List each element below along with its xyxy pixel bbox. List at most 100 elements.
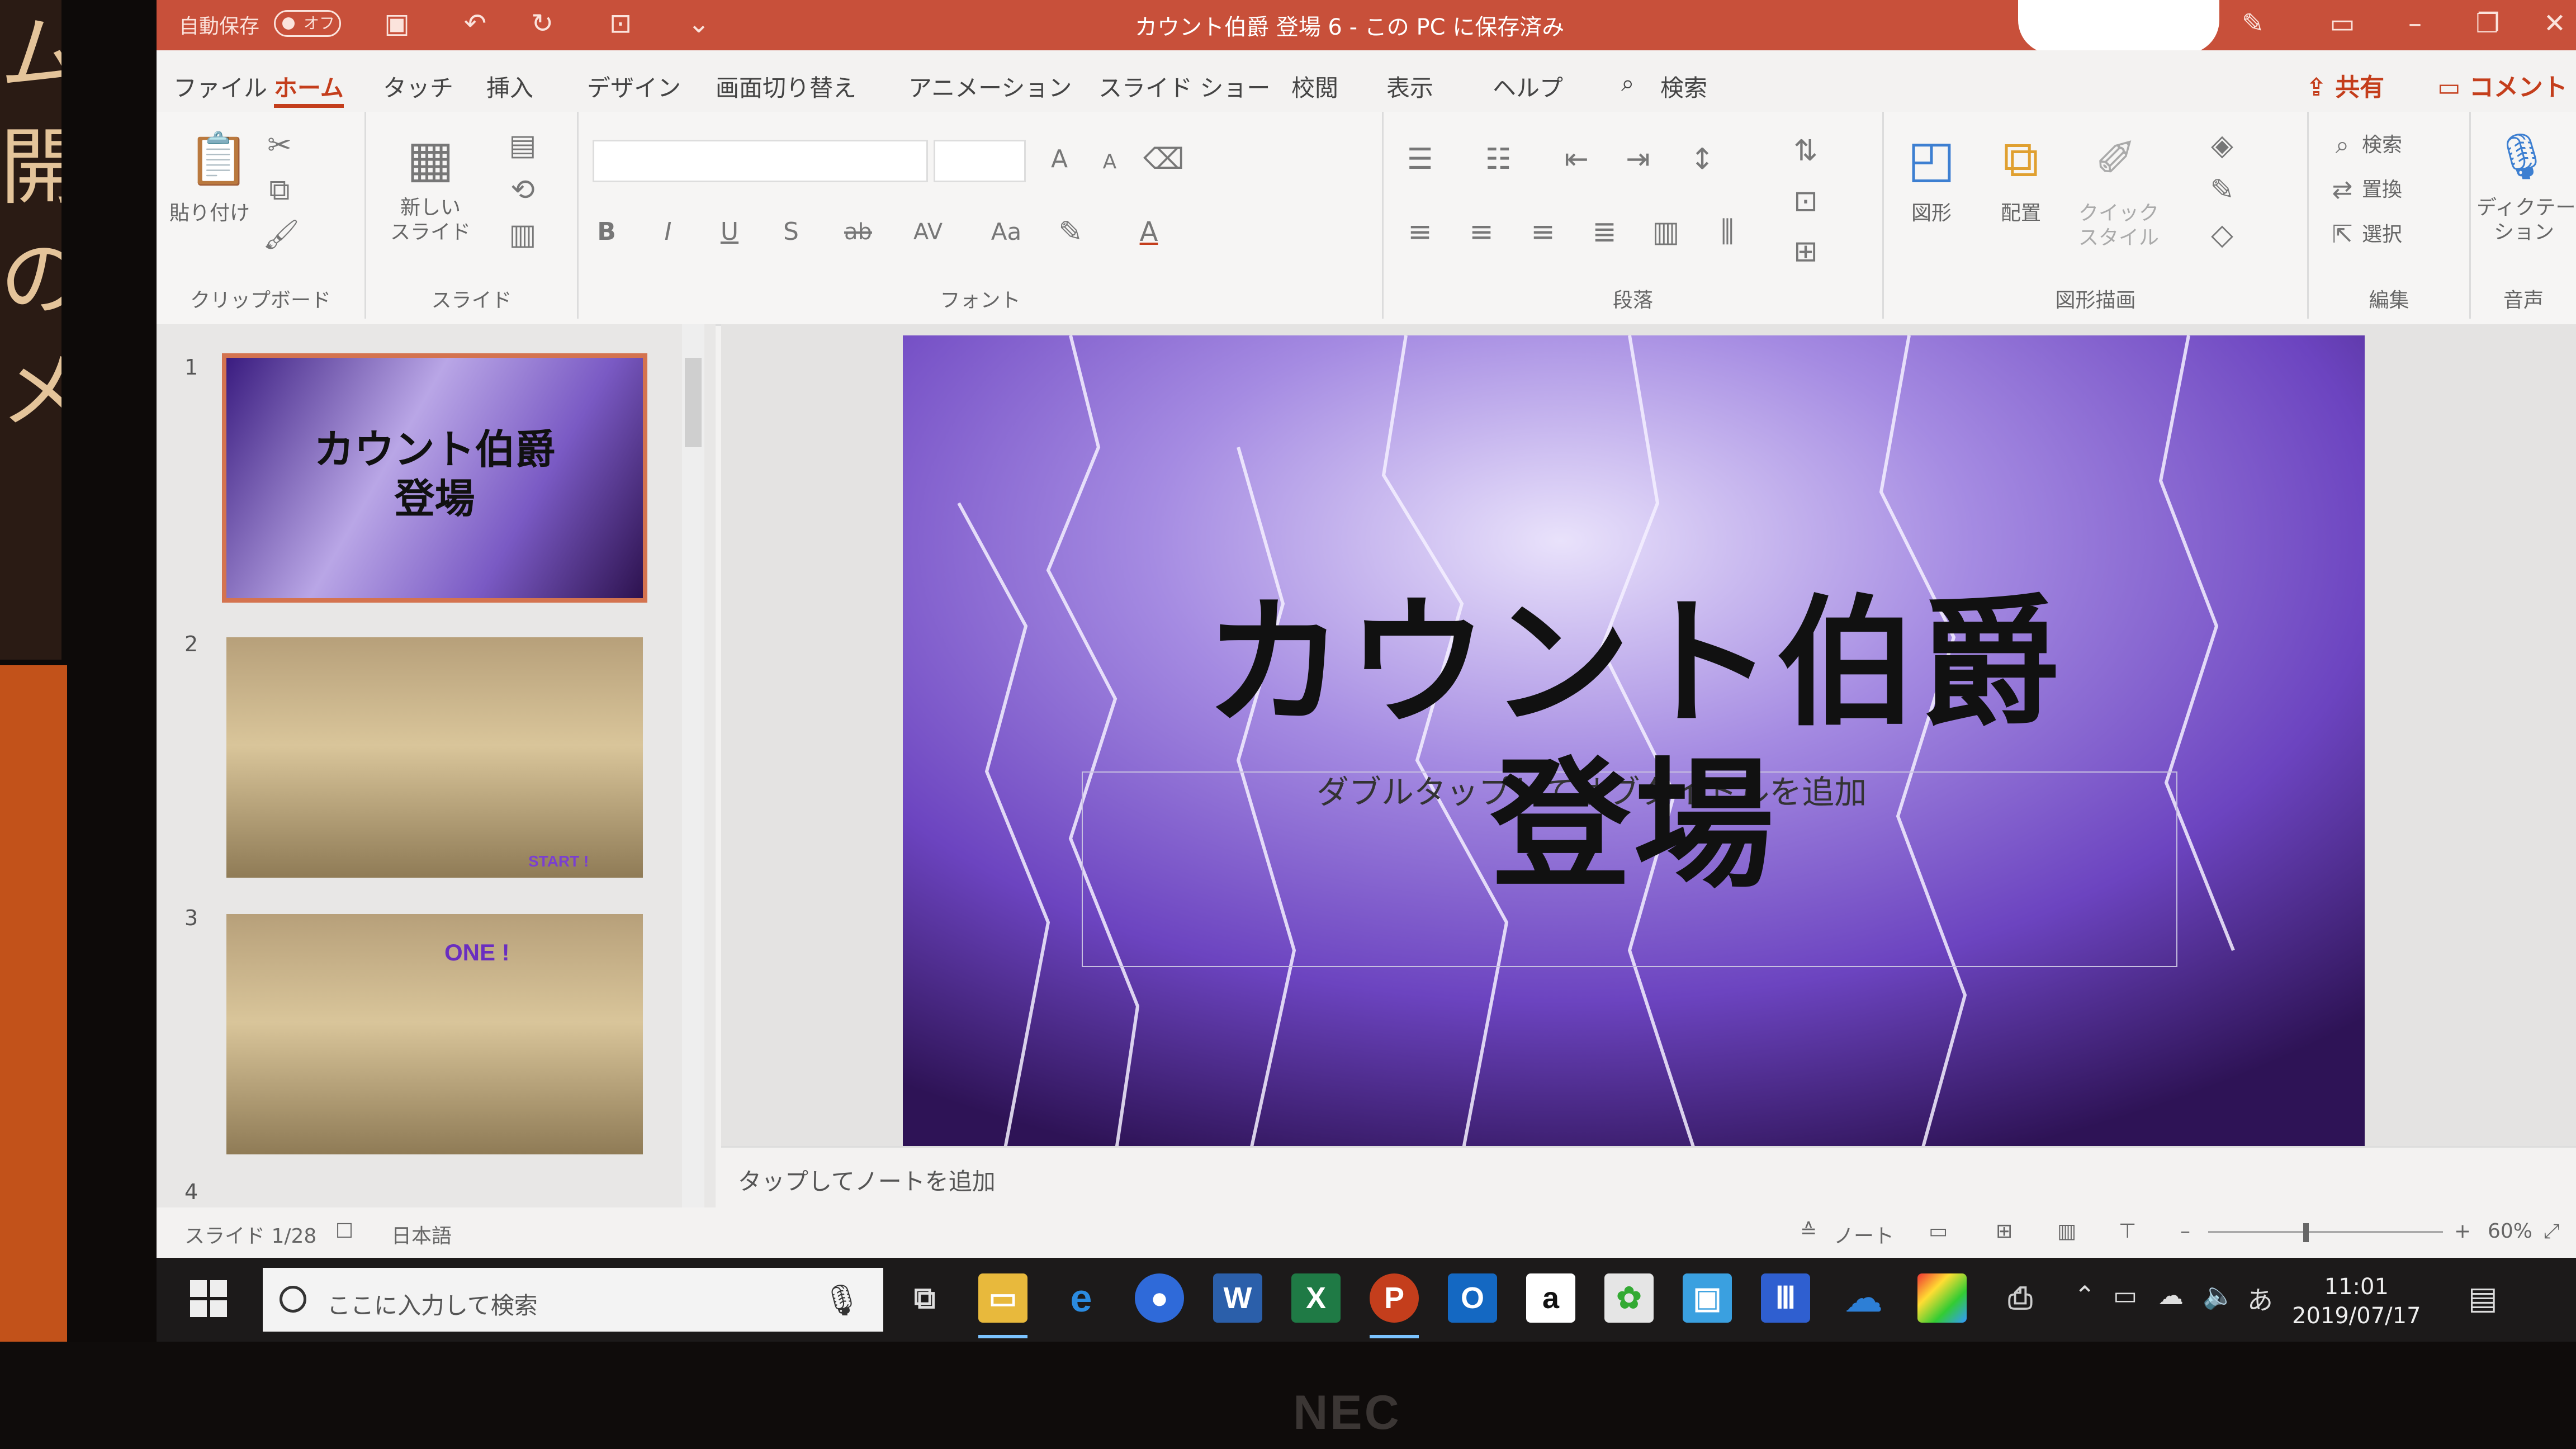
word-icon[interactable]: W — [1213, 1273, 1262, 1323]
tab-view[interactable]: 表示 — [1386, 69, 1433, 103]
bold-button[interactable]: B — [590, 215, 623, 249]
layout-icon[interactable]: ▤ — [506, 129, 539, 162]
maximize-icon[interactable]: ❐ — [2471, 7, 2504, 40]
zoom-slider[interactable] — [2208, 1231, 2443, 1233]
thumbnail-scrollbar[interactable] — [682, 324, 704, 1208]
change-case-button[interactable]: Aa — [981, 215, 1031, 249]
share-button[interactable]: ⇪ 共有 — [2306, 67, 2384, 103]
tab-design[interactable]: デザイン — [587, 69, 681, 103]
zoom-out-icon[interactable]: – — [2180, 1220, 2190, 1243]
numbering-icon[interactable]: ☷ — [1479, 143, 1518, 176]
align-right-icon[interactable]: ≡ — [1523, 215, 1562, 249]
font-color-button[interactable]: A — [1132, 215, 1166, 249]
ribbon-display-icon[interactable]: ▭ — [2326, 7, 2359, 40]
format-painter-icon[interactable]: 🖌 — [263, 218, 300, 252]
tab-review[interactable]: 校閲 — [1291, 69, 1338, 103]
strikethrough-button[interactable]: ab — [836, 215, 880, 249]
notes-pane[interactable] — [721, 1146, 2576, 1209]
file-explorer-icon[interactable]: ▭ — [978, 1273, 1027, 1323]
clear-format-icon[interactable]: ⌫ — [1143, 143, 1185, 176]
fit-slide-icon[interactable]: ⤢ — [2544, 1220, 2560, 1243]
close-icon[interactable]: ✕ — [2538, 7, 2572, 40]
windows-start-icon[interactable] — [190, 1280, 229, 1319]
char-spacing-button[interactable]: AV — [903, 215, 953, 249]
tab-file[interactable]: ファイル — [173, 69, 267, 103]
search-icon[interactable]: ⌕ — [1621, 69, 1635, 97]
reset-icon[interactable]: ⟲ — [506, 173, 539, 207]
columns-icon[interactable]: ⫼ — [1708, 215, 1747, 249]
microphone-icon[interactable]: 🎙 — [822, 1282, 861, 1318]
slide-thumbnail-2[interactable]: START ! — [226, 637, 643, 878]
text-direction-icon[interactable]: ⇅ — [1786, 134, 1825, 168]
color-app-icon[interactable] — [1917, 1273, 1967, 1323]
thumbnail-scroll-thumb[interactable] — [685, 358, 702, 447]
shrink-font-button[interactable]: A — [1093, 145, 1126, 179]
onedrive-icon[interactable]: ☁ — [1839, 1273, 1888, 1323]
slideshow-icon[interactable]: ⊤ — [2119, 1220, 2136, 1243]
amazon-icon[interactable]: a — [1526, 1273, 1575, 1323]
minimize-icon[interactable]: – — [2398, 7, 2432, 40]
network-icon[interactable]: ☁ — [2158, 1280, 2184, 1310]
app-icon[interactable]: Ⅲ — [1761, 1273, 1810, 1323]
cut-icon[interactable]: ✂ — [263, 129, 296, 162]
outlook-icon[interactable]: O — [1448, 1273, 1497, 1323]
align-center-icon[interactable]: ≡ — [1462, 215, 1501, 249]
increase-indent-icon[interactable]: ⇥ — [1618, 143, 1658, 176]
notes-toggle-icon[interactable]: ≙ — [1800, 1220, 1817, 1243]
current-slide[interactable]: ダブルタップしてサブタイトルを追加 カウント伯爵 登場 — [903, 335, 2365, 1157]
bullets-icon[interactable]: ☰ — [1400, 143, 1439, 176]
tab-touch[interactable]: タッチ — [383, 69, 453, 103]
grow-font-button[interactable]: A — [1043, 143, 1076, 176]
font-name-combo[interactable] — [593, 140, 928, 182]
redo-icon[interactable]: ↻ — [525, 7, 559, 40]
find-icon[interactable]: ⌕ — [2326, 129, 2359, 162]
slide-thumbnail-3[interactable]: ONE ! — [226, 914, 643, 1154]
autosave-toggle[interactable]: オフ — [274, 10, 341, 37]
smartart-icon[interactable]: ⊞ — [1786, 235, 1825, 268]
excel-icon[interactable]: X — [1291, 1273, 1341, 1323]
slide-thumbnail-1[interactable]: カウント伯爵 登場 — [222, 353, 647, 603]
shadow-button[interactable]: S — [774, 215, 808, 249]
edge-icon[interactable]: e — [1057, 1273, 1106, 1323]
arrange-icon[interactable]: ⧉ — [1990, 129, 2052, 190]
quick-style-icon[interactable]: ✐ — [2085, 129, 2147, 190]
language-indicator[interactable]: 日本語 — [391, 1220, 452, 1249]
microphone-icon[interactable]: 🎙 — [2493, 129, 2550, 184]
distribute-icon[interactable]: ▥ — [1646, 215, 1685, 249]
align-left-icon[interactable]: ≡ — [1400, 215, 1439, 249]
shape-outline-icon[interactable]: ✎ — [2203, 173, 2242, 207]
pen-icon[interactable]: ✎ — [2236, 7, 2270, 40]
notes-placeholder[interactable]: タップしてノートを追加 — [738, 1163, 996, 1197]
italic-button[interactable]: I — [651, 215, 685, 249]
reading-view-icon[interactable]: ▥ — [2057, 1220, 2076, 1243]
tab-help[interactable]: ヘルプ — [1493, 69, 1563, 103]
battery-icon[interactable]: ▭ — [2113, 1280, 2137, 1310]
tab-slideshow[interactable]: スライド ショー — [1098, 69, 1270, 103]
zoom-level[interactable]: 60% — [2488, 1220, 2532, 1243]
notification-center-icon[interactable]: ▤ — [2468, 1280, 2507, 1319]
task-view-icon[interactable]: ⧉ — [900, 1273, 949, 1323]
new-slide-icon[interactable]: ▦ — [400, 129, 461, 190]
shape-effects-icon[interactable]: ◇ — [2203, 218, 2242, 252]
spelling-icon[interactable]: ☐ — [335, 1220, 353, 1243]
select-icon[interactable]: ⇱ — [2326, 218, 2359, 252]
tell-me-search[interactable]: 検索 — [1660, 69, 1707, 103]
customize-toolbar-icon[interactable]: ⌄ — [682, 7, 716, 40]
line-spacing-icon[interactable]: ↕ — [1683, 143, 1722, 176]
copy-icon[interactable]: ⧉ — [263, 173, 296, 207]
comment-button[interactable]: ▭ コメント — [2437, 67, 2568, 103]
select-button[interactable]: 選択 — [2362, 222, 2429, 247]
system-clock[interactable]: 11:01 2019/07/17 — [2292, 1272, 2421, 1330]
zoom-in-icon[interactable]: + — [2454, 1220, 2471, 1243]
paste-icon[interactable]: 📋 — [187, 129, 250, 190]
tab-transitions[interactable]: 画面切り替え — [716, 69, 856, 103]
tray-expand-icon[interactable]: ⌃ — [2074, 1280, 2096, 1310]
photos-icon[interactable]: ▣ — [1683, 1273, 1732, 1323]
shape-fill-icon[interactable]: ◈ — [2203, 129, 2242, 162]
taskbar-search-box[interactable]: ここに入力して検索 🎙 — [263, 1268, 883, 1332]
align-text-icon[interactable]: ⊡ — [1786, 184, 1825, 218]
volume-icon[interactable]: 🔈 — [2203, 1280, 2234, 1311]
font-size-combo[interactable] — [934, 140, 1026, 182]
section-icon[interactable]: ▥ — [506, 218, 539, 252]
powerpoint-icon[interactable]: P — [1370, 1273, 1419, 1323]
